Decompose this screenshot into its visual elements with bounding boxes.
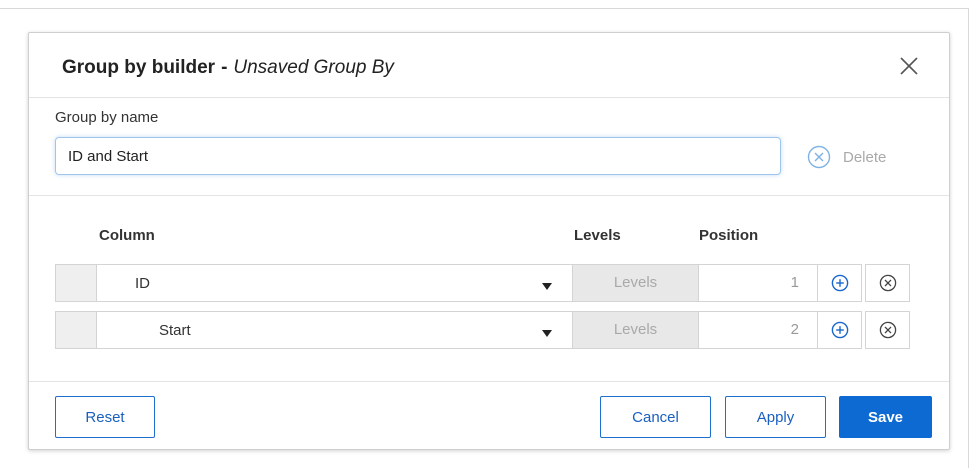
drag-handle[interactable] [55, 311, 97, 349]
close-icon [900, 57, 918, 75]
column-header: Column [99, 227, 155, 244]
cancel-button[interactable]: Cancel [600, 396, 711, 438]
save-button[interactable]: Save [839, 396, 932, 438]
table-row: ID Levels 1 [55, 264, 910, 302]
caret-down-icon [542, 330, 552, 337]
table-row: Start Levels 2 [55, 311, 910, 349]
levels-field: Levels [573, 311, 699, 349]
apply-button[interactable]: Apply [725, 396, 826, 438]
group-name-label: Group by name [55, 109, 159, 126]
column-select[interactable]: ID [97, 264, 573, 302]
circle-plus-icon [831, 274, 848, 292]
position-field[interactable]: 1 [699, 264, 818, 302]
delete-button[interactable]: Delete [807, 144, 886, 170]
page-border-top [0, 8, 969, 9]
column-select[interactable]: Start [97, 311, 573, 349]
close-button[interactable] [898, 55, 920, 77]
position-field[interactable]: 2 [699, 311, 818, 349]
footer-divider [29, 381, 949, 382]
position-header: Position [699, 227, 759, 244]
dialog-header: Group by builder - Unsaved Group By [29, 33, 949, 98]
group-name-input[interactable] [55, 137, 781, 175]
delete-label: Delete [843, 148, 887, 166]
group-by-builder-dialog: Group by builder - Unsaved Group By Group … [28, 32, 950, 450]
add-row-button[interactable] [818, 264, 862, 302]
add-row-button[interactable] [818, 311, 862, 349]
circle-x-icon [807, 145, 831, 169]
column-select-value: ID [135, 275, 150, 292]
remove-row-button[interactable] [865, 264, 910, 302]
dialog-title-separator: - [221, 57, 228, 78]
circle-plus-icon [831, 321, 848, 339]
dialog-subtitle: Unsaved Group By [233, 57, 394, 78]
reset-button[interactable]: Reset [55, 396, 155, 438]
dialog-title-main: Group by builder [62, 57, 216, 78]
levels-field: Levels [573, 264, 699, 302]
group-name-section: Group by name Delete [29, 97, 949, 196]
drag-handle[interactable] [55, 264, 97, 302]
caret-down-icon [542, 283, 552, 290]
column-select-value: Start [159, 322, 191, 339]
levels-header: Levels [574, 227, 621, 244]
remove-row-button[interactable] [865, 311, 910, 349]
circle-x-icon [879, 274, 896, 292]
circle-x-icon [879, 321, 896, 339]
dialog-title: Group by builder - Unsaved Group By [62, 57, 394, 79]
